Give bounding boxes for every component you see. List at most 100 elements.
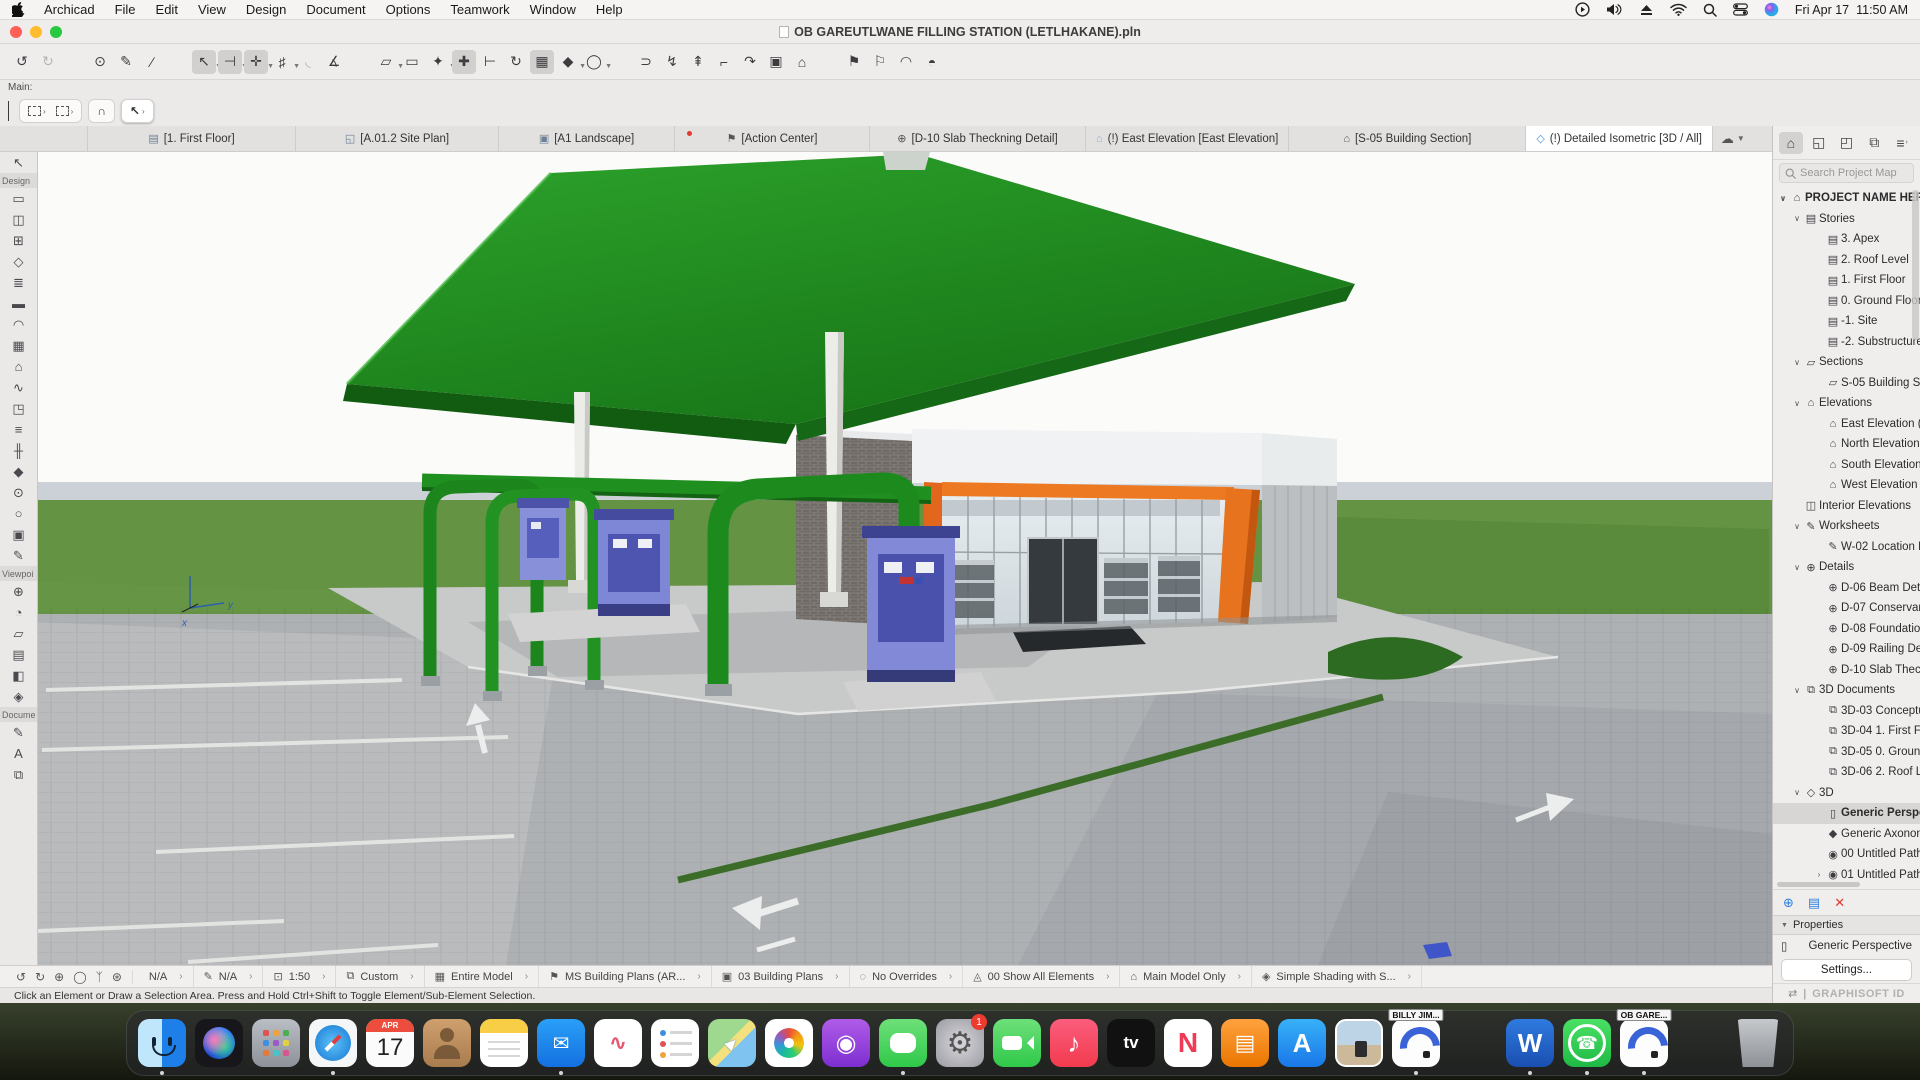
tree-row[interactable]: ▤ 0. Ground Floor [1773,291,1920,312]
toolbox-tool[interactable]: ◔ [0,602,37,623]
tree-row[interactable]: ∨ ◇ 3D [1773,783,1920,804]
navigator-mode-icon[interactable]: ◱ › [1807,132,1831,154]
tree-row[interactable]: ⊕ D-06 Beam Detail [1773,578,1920,599]
toolbar-icon[interactable]: ⊃ ▼ [634,50,658,74]
menu-item[interactable]: Teamwork [440,2,519,17]
tree-row[interactable]: ⊕ D-07 Conservancy [1773,598,1920,619]
add-viewpoint-button[interactable]: ⊕ [1783,895,1794,911]
toolbox-tool[interactable]: ◠ [0,314,37,335]
marquee-poly-button[interactable]: › [24,106,50,116]
view-tab[interactable]: ▤ [1. First Floor] [88,126,296,151]
toolbox-tool[interactable]: ↖ [0,152,37,173]
tree-row[interactable]: ◆ Generic Axonomet [1773,824,1920,845]
quick-nav-icon[interactable]: ◯ [73,970,86,984]
expander-icon[interactable]: ∨ [1791,522,1803,531]
toolbar-icon[interactable]: ▱ ▼ [374,50,398,74]
dock-item[interactable] [764,1018,814,1068]
quick-option-field[interactable]: N/A › [133,966,194,987]
wifi-icon[interactable] [1670,3,1687,16]
navigator-mode-icon[interactable]: ⌂ › [1779,132,1803,154]
dock-item[interactable] [251,1018,301,1068]
tree-row[interactable]: ⧉ 3D-03 Conceptual [1773,701,1920,722]
quick-option-field[interactable]: ⌂ Main Model Only › [1120,966,1252,987]
menu-item[interactable]: Help [586,2,633,17]
dock-item[interactable] [1676,1018,1726,1068]
toolbar-icon[interactable]: ↻ ▼ [504,50,528,74]
view-tab[interactable]: ⊕ [D-10 Slab Theckning Detail] [870,126,1086,151]
dock-item[interactable]: ☎ [1562,1018,1612,1068]
toolbox-tool[interactable]: Viewpoi [0,566,37,581]
toolbar-icon[interactable]: ⚐ ▼ [868,50,892,74]
quick-option-field[interactable]: ◬ 00 Show All Elements › [963,966,1120,987]
3d-viewport[interactable]: y x [38,152,1772,965]
view-tab[interactable]: ◱ [A.01.2 Site Plan] [296,126,499,151]
toolbar-icon[interactable]: ⊢ ▼ [478,50,502,74]
toolbox-tool[interactable]: ▭ [0,188,37,209]
toolbar-icon[interactable]: ↯ ▼ [660,50,684,74]
toolbox-tool[interactable]: Design [0,173,37,188]
minimize-window-button[interactable] [30,26,42,38]
view-tab[interactable]: ◇ (!) Detailed Isometric [3D / All] [1526,126,1713,151]
viewpoint-settings-button[interactable]: ▤ [1808,895,1820,911]
expander-icon[interactable]: ∨ [1777,194,1789,203]
tree-row[interactable]: ∨ ▤ Stories [1773,209,1920,230]
titlebar[interactable]: OB GAREUTLWANE FILLING STATION (LETLHAKA… [0,20,1920,44]
toolbar-icon[interactable]: ◯ ▼ [582,50,606,74]
toolbox-tool[interactable]: Docume [0,707,37,722]
tree-row[interactable]: › ◉ 01 Untitled Path [1773,865,1920,882]
dock-item[interactable] [992,1018,1042,1068]
expander-icon[interactable]: ∨ [1791,399,1803,408]
toolbar-icon[interactable]: ↺ ▼ [10,50,34,74]
toolbar-icon[interactable]: ↷ ▼ [738,50,762,74]
toolbar-icon[interactable]: ∡ ▼ [322,50,346,74]
menu-item[interactable]: Archicad [34,2,105,17]
dock-item[interactable]: tv [1106,1018,1156,1068]
graphisoft-id-label[interactable]: GRAPHISOFT ID [1812,988,1905,1000]
toolbox-tool[interactable]: ⌂ [0,356,37,377]
tree-row[interactable]: ⧉ 3D-04 1. First Floo [1773,721,1920,742]
tree-row[interactable]: ▯ Generic Perspect [1773,803,1920,824]
toolbar-icon[interactable]: ▣ ▼ [764,50,788,74]
dock-item[interactable] [878,1018,928,1068]
view-tab[interactable]: ⚑ [Action Center] [675,126,870,151]
toolbar-icon[interactable]: ◆ ▼ [556,50,580,74]
expander-icon[interactable]: ∨ [1791,563,1803,572]
toolbar-icon[interactable]: ⊣ ▼ [218,50,242,74]
quick-nav-icon[interactable]: ⊕ [54,970,64,984]
quick-nav-icon[interactable]: ↺ [16,970,26,984]
dock-item[interactable] [1334,1018,1384,1068]
dock-item[interactable] [137,1018,187,1068]
tree-row[interactable]: ⊕ D-09 Railing Detai [1773,639,1920,660]
toolbar-icon[interactable]: ✚ ▼ [452,50,476,74]
toolbar-icon[interactable]: ✎ ▼ [114,50,138,74]
volume-icon[interactable] [1606,2,1623,17]
dock-item[interactable]: ∿ [593,1018,643,1068]
tree-row[interactable]: ✎ W-02 Location Ma [1773,537,1920,558]
tree-scrollbar[interactable] [1912,190,1919,340]
toolbar-icon[interactable]: ▼ [816,50,840,74]
tree-row[interactable]: ▤ 3. Apex [1773,229,1920,250]
toolbar-icon[interactable]: ◟ ▼ [296,50,320,74]
search-input[interactable]: Search Project Map [1779,163,1914,183]
dock-item[interactable]: W [1505,1018,1555,1068]
toolbar-icon[interactable]: ▼ [608,50,632,74]
magnet-button[interactable]: ∩ [93,104,110,118]
menu-item[interactable]: View [188,2,236,17]
siri-icon[interactable] [1764,2,1779,17]
tree-row[interactable]: ⌂ West Elevation (Au [1773,475,1920,496]
view-tab[interactable]: ⌂ [S-05 Building Section] [1289,126,1526,151]
toolbox-tool[interactable]: ⊕ [0,581,37,602]
teamwork-sync-icon[interactable]: ⇄ [1788,987,1797,1000]
close-window-button[interactable] [10,26,22,38]
dock-item[interactable]: ▲ [707,1018,757,1068]
toolbox-tool[interactable]: ⊙ [0,482,37,503]
toolbar-icon[interactable]: ♯ ▼ [270,50,294,74]
toolbox-tool[interactable]: ◇ [0,251,37,272]
expander-icon[interactable]: › [1813,870,1825,879]
expander-icon[interactable]: ∨ [1791,358,1803,367]
dock-item[interactable] [650,1018,700,1068]
expander-icon[interactable]: ∨ [1791,686,1803,695]
dock-item[interactable]: ◉ [821,1018,871,1068]
toolbox-tool[interactable]: ✎ [0,722,37,743]
dock-item[interactable]: ♪ [1049,1018,1099,1068]
